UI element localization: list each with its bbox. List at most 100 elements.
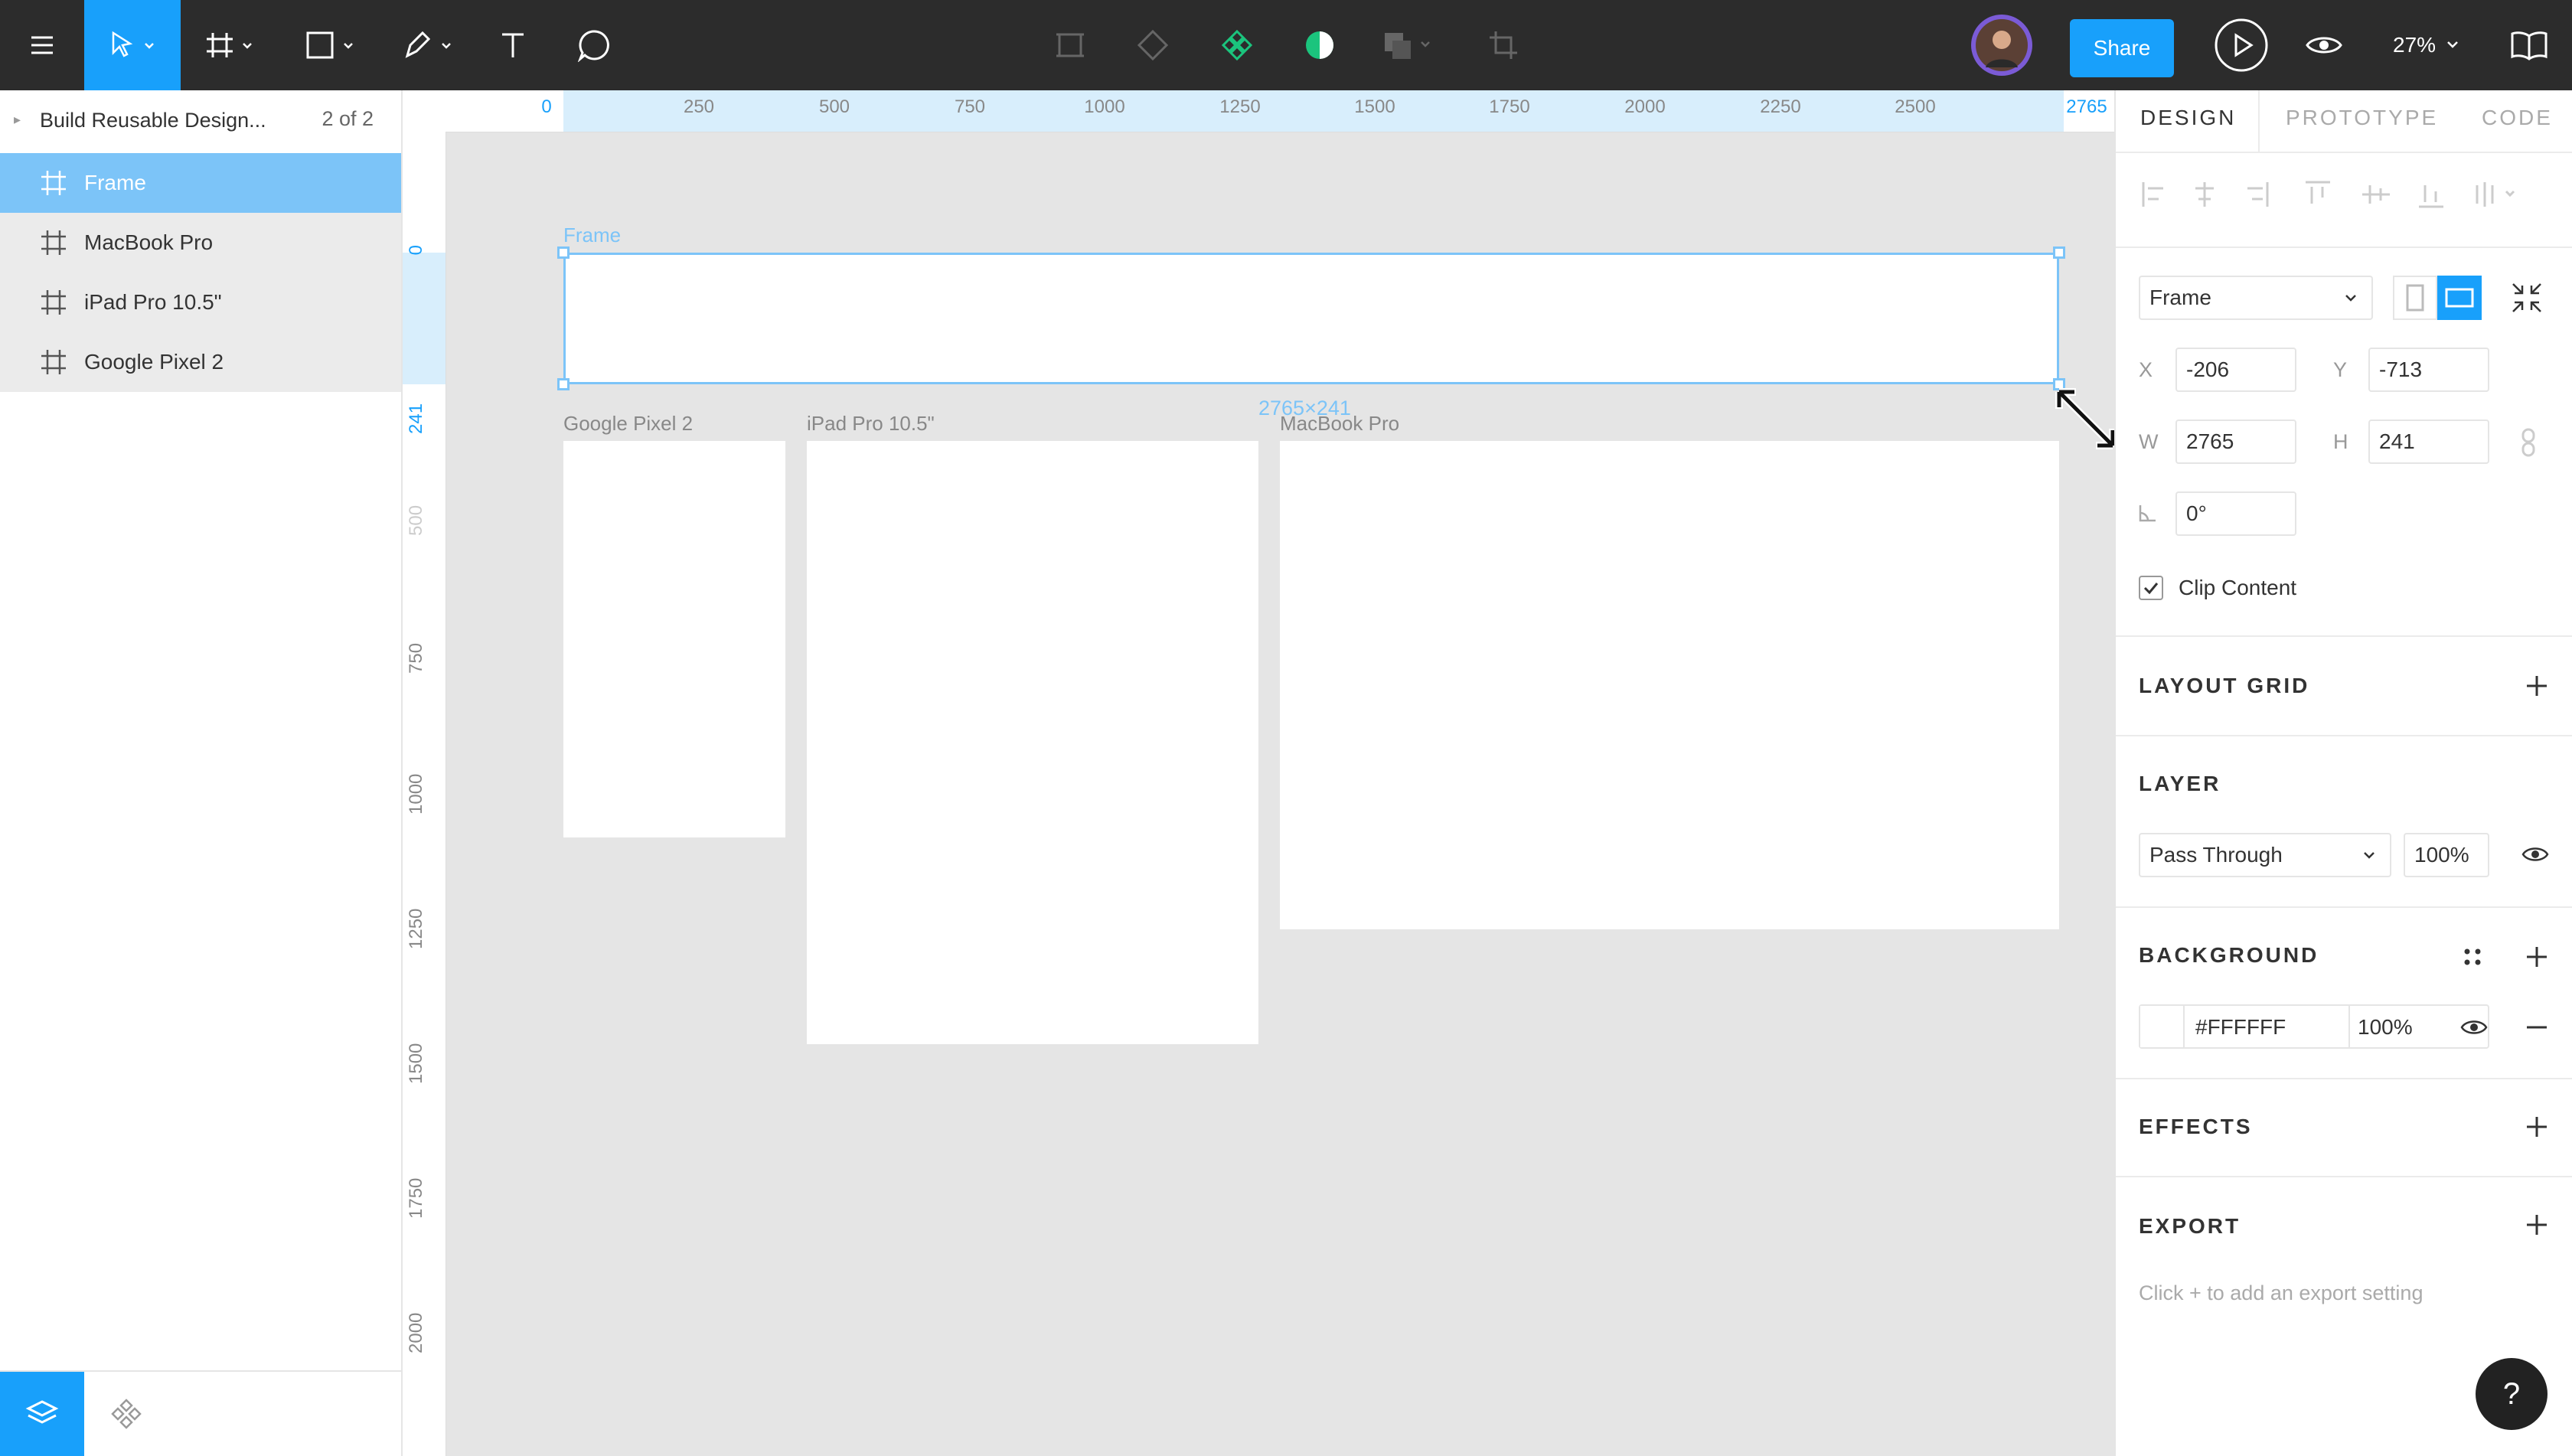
- tab-prototype[interactable]: PROTOTYPE: [2286, 106, 2438, 130]
- align-left-icon: [2142, 182, 2163, 207]
- layer-item-frame[interactable]: Frame: [0, 153, 401, 213]
- ruler-label: 250: [683, 96, 715, 117]
- x-input[interactable]: -206: [2175, 348, 2296, 392]
- rectangle-tool-button[interactable]: [295, 0, 372, 90]
- layer-item-google-pixel-2[interactable]: Google Pixel 2: [0, 332, 401, 392]
- landscape-orientation-button[interactable]: [2437, 276, 2482, 320]
- user-avatar[interactable]: [1969, 0, 2035, 90]
- rotation-input[interactable]: 0°: [2175, 491, 2296, 536]
- background-title: BACKGROUND: [2139, 943, 2319, 967]
- y-input[interactable]: -713: [2368, 348, 2489, 392]
- width-input[interactable]: 2765: [2175, 419, 2296, 464]
- artboard-title-macbook-pro[interactable]: MacBook Pro: [1280, 412, 1399, 436]
- shrink-icon: [2512, 283, 2541, 312]
- selected-frame[interactable]: [563, 253, 2059, 384]
- frame-preset-select[interactable]: Frame: [2139, 276, 2373, 320]
- components-icon: [111, 1399, 142, 1429]
- resize-handle-bottom-left[interactable]: [557, 378, 570, 390]
- layer-opacity-input[interactable]: 100%: [2404, 833, 2489, 877]
- minus-icon: [2527, 1026, 2547, 1029]
- layer-item-ipad-pro[interactable]: iPad Pro 10.5": [0, 273, 401, 332]
- divider: [2116, 152, 2572, 153]
- clip-content-checkbox[interactable]: [2139, 576, 2163, 600]
- clip-content-label: Clip Content: [2179, 576, 2297, 599]
- crop-icon[interactable]: [1480, 0, 1526, 90]
- artboard-title-ipad-pro[interactable]: iPad Pro 10.5": [807, 412, 935, 436]
- share-button[interactable]: Share: [2070, 19, 2174, 77]
- layer-item-macbook-pro[interactable]: MacBook Pro: [0, 213, 401, 273]
- layers-tab[interactable]: [0, 1372, 84, 1456]
- add-background-button[interactable]: [2521, 942, 2552, 972]
- remove-background-button[interactable]: [2521, 1012, 2552, 1043]
- comment-tool-button[interactable]: [571, 0, 617, 90]
- ruler-label: 241: [406, 403, 426, 434]
- background-visibility-eye-icon[interactable]: [2460, 1017, 2488, 1038]
- view-eye-icon[interactable]: [2299, 0, 2348, 90]
- background-hex-input[interactable]: #FFFFFF: [2195, 1015, 2286, 1040]
- divider: [2116, 1176, 2572, 1177]
- ruler-label: 1750: [406, 1177, 426, 1219]
- add-effect-button[interactable]: [2521, 1112, 2552, 1142]
- resize-to-fit-button[interactable]: [2508, 279, 2546, 317]
- ruler-label: 2500: [1895, 96, 1936, 117]
- tab-code[interactable]: CODE: [2482, 106, 2553, 130]
- x-label: X: [2139, 358, 2153, 381]
- divider: [2116, 246, 2572, 248]
- library-book-icon[interactable]: [2505, 0, 2554, 90]
- style-grid-icon[interactable]: [2460, 945, 2485, 969]
- help-button[interactable]: ?: [2476, 1358, 2548, 1430]
- h-label: H: [2333, 430, 2348, 453]
- left-panel-footer: [0, 1370, 401, 1456]
- artboard-google-pixel-2[interactable]: [563, 441, 785, 837]
- move-tool-button[interactable]: [84, 0, 181, 90]
- resize-handle-top-right[interactable]: [2053, 246, 2065, 259]
- y-label: Y: [2333, 358, 2348, 381]
- resize-handle-top-left[interactable]: [557, 246, 570, 259]
- constrain-proportions-link-icon[interactable]: [2517, 427, 2540, 458]
- portrait-orientation-button[interactable]: [2393, 276, 2437, 320]
- alignment-toolbar: [2139, 178, 2552, 211]
- background-opacity-input[interactable]: 100%: [2358, 1015, 2413, 1040]
- toolbar: Share 27%: [0, 0, 2572, 90]
- ruler-selection-highlight: [563, 90, 2064, 132]
- layers-panel: ▸ Build Reusable Design... 2 of 2 Frame …: [0, 90, 403, 1456]
- tab-design[interactable]: DESIGN: [2140, 106, 2236, 130]
- layer-title: LAYER: [2139, 772, 2221, 795]
- menu-icon[interactable]: [15, 0, 69, 90]
- artboard-ipad-pro[interactable]: [807, 441, 1258, 1044]
- create-component-icon[interactable]: [1047, 0, 1093, 90]
- frame-icon: [37, 226, 70, 260]
- tab-divider: [2258, 90, 2260, 152]
- layer-label: iPad Pro 10.5": [84, 290, 222, 314]
- chevron-down-icon: [2364, 852, 2375, 859]
- add-layout-grid-button[interactable]: [2521, 671, 2552, 701]
- frame-title[interactable]: Frame: [563, 224, 621, 247]
- layer-visibility-eye-icon[interactable]: [2521, 844, 2549, 865]
- frame-icon: [37, 286, 70, 319]
- pen-tool-button[interactable]: [393, 0, 470, 90]
- mask-icon[interactable]: [1297, 0, 1343, 90]
- artboard-macbook-pro[interactable]: [1280, 441, 2059, 929]
- frame-icon: [37, 345, 70, 379]
- present-play-icon[interactable]: [2211, 0, 2272, 90]
- components-icon[interactable]: [1214, 0, 1260, 90]
- artboard-title-google-pixel-2[interactable]: Google Pixel 2: [563, 412, 693, 436]
- ruler-label: 1500: [406, 1043, 426, 1084]
- ruler-label: 1000: [1084, 96, 1125, 117]
- properties-panel: DESIGN PROTOTYPE CODE Frame X -206 Y -71…: [2114, 90, 2572, 1456]
- components-tab[interactable]: [84, 1372, 168, 1456]
- page-selector[interactable]: ▸ Build Reusable Design... 2 of 2: [0, 90, 401, 152]
- add-export-button[interactable]: [2521, 1210, 2552, 1240]
- ruler-label: 1250: [406, 908, 426, 949]
- blend-mode-select[interactable]: Pass Through: [2139, 833, 2391, 877]
- layer-label: MacBook Pro: [84, 230, 214, 254]
- reset-instance-icon[interactable]: [1130, 0, 1176, 90]
- zoom-level[interactable]: 27%: [2393, 0, 2465, 90]
- height-input[interactable]: 241: [2368, 419, 2489, 464]
- color-swatch[interactable]: [2140, 1006, 2185, 1047]
- boolean-group-icon[interactable]: [1378, 0, 1447, 90]
- text-tool-button[interactable]: [490, 0, 536, 90]
- effects-title: EFFECTS: [2139, 1115, 2253, 1138]
- ruler-label: 2765: [2066, 96, 2107, 117]
- frame-tool-button[interactable]: [196, 0, 273, 90]
